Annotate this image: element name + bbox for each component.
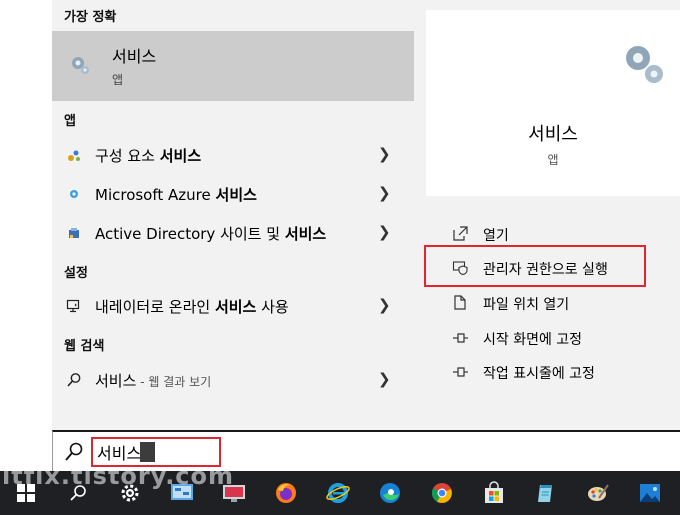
action-pin-to-taskbar[interactable]: 작업 표시줄에 고정 bbox=[414, 354, 680, 388]
taskbar-chrome[interactable] bbox=[418, 471, 466, 515]
taskbar-firefox[interactable] bbox=[262, 471, 310, 515]
app-preview-card bbox=[426, 10, 680, 196]
chevron-right-icon[interactable]: ❯ bbox=[378, 223, 391, 241]
narrator-monitor-icon bbox=[66, 299, 80, 313]
web-search-label: 서비스 - 웹 결과 보기 bbox=[95, 372, 212, 390]
chevron-right-icon[interactable]: ❯ bbox=[378, 145, 391, 163]
best-match-header: 가장 정확 bbox=[64, 10, 117, 25]
app-name: 서비스 bbox=[528, 124, 578, 145]
search-icon bbox=[67, 373, 81, 387]
services-gear-icon bbox=[72, 57, 89, 74]
watermark: itfix.tistory.com bbox=[2, 462, 235, 490]
search-results-panel: 가장 정확 서비스 앱 앱 구성 요소 서비스 ❯ Microsoft Azur… bbox=[52, 0, 414, 430]
taskbar-photos[interactable] bbox=[626, 471, 674, 515]
taskbar-paint[interactable] bbox=[574, 471, 622, 515]
app-result-label: Active Directory 사이트 및 서비스 bbox=[95, 225, 327, 243]
taskbar-edge[interactable] bbox=[366, 471, 414, 515]
paint-icon bbox=[588, 484, 609, 501]
pin-icon bbox=[453, 367, 468, 377]
app-result-label: Microsoft Azure 서비스 bbox=[95, 186, 257, 204]
app-result-ad-sites-services[interactable]: Active Directory 사이트 및 서비스 ❯ bbox=[52, 214, 414, 252]
app-result-component-services[interactable]: 구성 요소 서비스 ❯ bbox=[52, 136, 414, 174]
action-open-file-location[interactable]: 파일 위치 열기 bbox=[414, 285, 680, 319]
taskbar-store[interactable] bbox=[470, 471, 518, 515]
notepad-icon bbox=[538, 485, 552, 502]
taskbar-notepad[interactable] bbox=[522, 471, 570, 515]
best-match-subtitle: 앱 bbox=[112, 73, 124, 87]
chrome-icon bbox=[431, 483, 452, 503]
file-location-icon bbox=[454, 295, 466, 310]
edge-icon bbox=[380, 483, 400, 503]
chevron-right-icon[interactable]: ❯ bbox=[378, 184, 391, 202]
settings-header: 설정 bbox=[64, 266, 88, 281]
pin-icon bbox=[453, 333, 468, 343]
text-cursor bbox=[140, 442, 155, 462]
photos-icon bbox=[640, 484, 660, 502]
best-match-item[interactable]: 서비스 앱 bbox=[52, 31, 414, 101]
web-search-header: 웹 검색 bbox=[64, 339, 105, 354]
settings-result-label: 내레이터로 온라인 서비스 사용 bbox=[95, 298, 289, 316]
firefox-icon bbox=[276, 483, 296, 503]
search-icon bbox=[65, 442, 83, 461]
settings-result-narrator-services[interactable]: 내레이터로 온라인 서비스 사용 ❯ bbox=[52, 287, 414, 325]
azure-icon bbox=[70, 190, 78, 198]
highlight-box-run-as-admin bbox=[424, 245, 646, 287]
action-label: 열기 bbox=[483, 228, 509, 244]
app-result-azure-services[interactable]: Microsoft Azure 서비스 ❯ bbox=[52, 175, 414, 213]
active-directory-icon bbox=[69, 228, 79, 238]
app-result-label: 구성 요소 서비스 bbox=[95, 147, 202, 165]
open-icon bbox=[453, 226, 468, 241]
taskbar-internet-explorer[interactable] bbox=[314, 471, 362, 515]
web-search-result[interactable]: 서비스 - 웹 결과 보기 ❯ bbox=[52, 361, 414, 399]
action-pin-to-start[interactable]: 시작 화면에 고정 bbox=[414, 320, 680, 354]
action-label: 파일 위치 열기 bbox=[483, 297, 570, 313]
microsoft-store-icon bbox=[485, 481, 503, 503]
chevron-right-icon[interactable]: ❯ bbox=[378, 296, 391, 314]
apps-header: 앱 bbox=[64, 114, 76, 129]
component-services-icon bbox=[68, 150, 80, 161]
app-details-panel: 서비스 앱 열기 관리자 권한으로 실행 파일 위치 열기 시작 화면에 고정 bbox=[414, 0, 680, 430]
app-type: 앱 bbox=[547, 153, 559, 167]
internet-explorer-icon bbox=[326, 483, 350, 503]
chevron-right-icon[interactable]: ❯ bbox=[378, 370, 391, 388]
action-label: 시작 화면에 고정 bbox=[483, 332, 583, 348]
services-gear-large-icon bbox=[626, 46, 663, 83]
best-match-title: 서비스 bbox=[112, 47, 157, 66]
desktop-background-strip bbox=[0, 0, 52, 430]
action-label: 작업 표시줄에 고정 bbox=[483, 366, 595, 382]
